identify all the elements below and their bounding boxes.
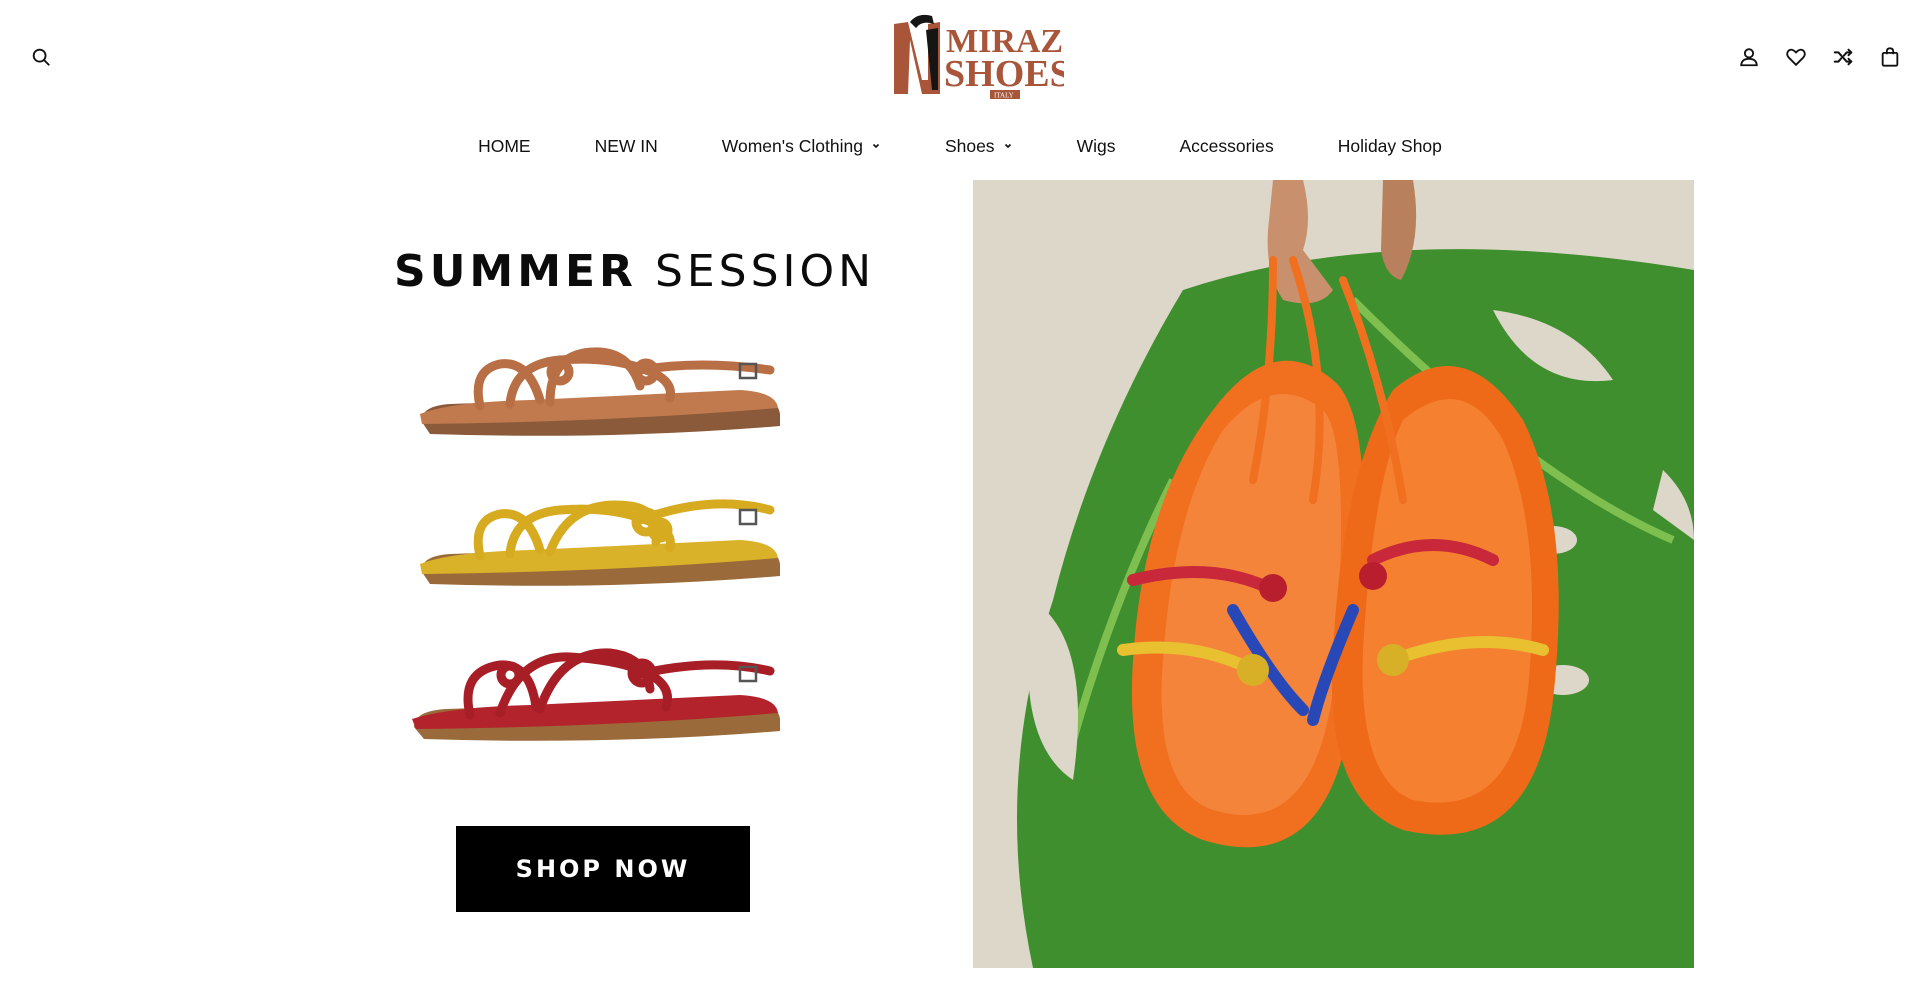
logo-text-italy: ITALY xyxy=(994,92,1014,100)
nav-item-label: Women's Clothing xyxy=(721,136,863,156)
shuffle-icon[interactable] xyxy=(1827,41,1859,73)
main-nav: HOME NEW IN Women's Clothing Shoes Wigs … xyxy=(0,128,1920,164)
sandal-image-tan xyxy=(420,347,780,436)
logo[interactable]: MIRAZ SHOES ITALY xyxy=(888,10,1071,102)
promo-title: SUMMER SESSION xyxy=(394,246,871,297)
nav-item-accessories[interactable]: Accessories xyxy=(1147,128,1305,164)
user-icon[interactable] xyxy=(1733,41,1765,73)
hero-sandals-illustration xyxy=(973,180,1694,968)
site-header: MIRAZ SHOES ITALY HOME NEW IN Women's Cl… xyxy=(0,0,1920,180)
nav-item-womens-clothing[interactable]: Women's Clothing xyxy=(690,128,913,164)
search-icon[interactable] xyxy=(25,41,57,73)
nav-item-label: Wigs xyxy=(1076,136,1116,156)
nav-item-label: Shoes xyxy=(944,136,995,156)
shop-now-button[interactable]: SHOP NOW xyxy=(456,826,750,912)
hero-image[interactable] xyxy=(973,180,1694,968)
heart-icon[interactable] xyxy=(1780,41,1812,73)
sandal-image-red xyxy=(412,648,780,741)
nav-item-label: HOME xyxy=(478,136,531,156)
nav-item-label: Accessories xyxy=(1179,136,1274,156)
logo-text-shoes: SHOES xyxy=(944,53,1064,95)
chevron-down-icon xyxy=(871,141,881,151)
nav-item-label: Holiday Shop xyxy=(1337,136,1442,156)
promo-title-light: SESSION xyxy=(654,246,876,297)
nav-item-wigs[interactable]: Wigs xyxy=(1045,128,1148,164)
shopping-bag-icon[interactable] xyxy=(1874,41,1906,73)
promo-title-bold: SUMMER xyxy=(394,246,637,297)
chevron-down-icon xyxy=(1003,141,1013,151)
nav-item-holiday-shop[interactable]: Holiday Shop xyxy=(1306,128,1474,164)
sandal-image-yellow xyxy=(420,499,780,586)
summer-session-promo[interactable]: SUMMER SESSION SHOP NOW xyxy=(360,180,871,970)
nav-item-shoes[interactable]: Shoes xyxy=(913,128,1045,164)
nav-item-label: NEW IN xyxy=(594,136,658,156)
nav-item-new-in[interactable]: NEW IN xyxy=(563,128,690,164)
nav-item-home[interactable]: HOME xyxy=(446,128,563,164)
